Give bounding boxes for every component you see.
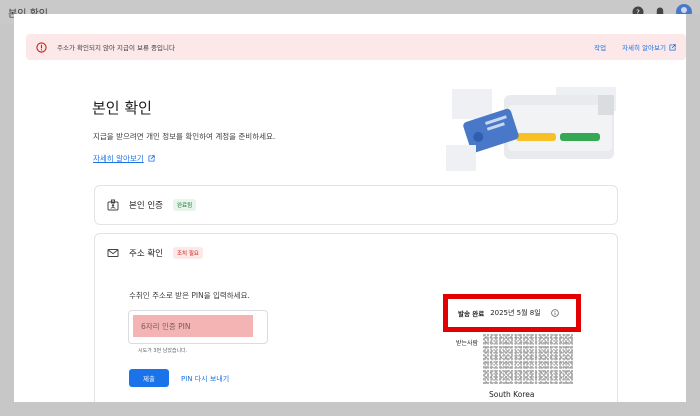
banner-learn-label: 자세히 알아보기 [622, 44, 666, 52]
address-card-header: 주소 확인 조치 필요 [95, 234, 617, 272]
learn-more-link[interactable]: 자세히 알아보기 [93, 153, 155, 164]
sent-status-highlight: 발송 완료 2025년 5월 8일 [443, 294, 581, 332]
sent-label: 발송 완료 [458, 310, 485, 318]
submit-button[interactable]: 제출 [129, 369, 169, 387]
resend-pin-link[interactable]: PIN 다시 보내기 [181, 374, 229, 384]
page-title: 본인 확인 [92, 99, 152, 117]
verification-panel: 주소가 확인되지 않아 지급이 보류 중입니다 작업 자세히 알아보기 본인 확… [14, 14, 686, 402]
info-icon[interactable] [550, 309, 559, 317]
warning-icon [36, 41, 47, 53]
address-card-title: 주소 확인 [129, 249, 163, 259]
address-verification-card: 주소 확인 조치 필요 수취인 주소로 받은 PIN을 입력하세요. 6자리 인… [94, 233, 618, 402]
banner-message: 주소가 확인되지 않아 지급이 보류 중입니다 [57, 44, 175, 52]
recipient-label: 받는사람 [456, 340, 479, 347]
mail-icon [107, 249, 119, 257]
banner-learn-link[interactable]: 자세히 알아보기 [622, 42, 676, 52]
pin-instruction: 수취인 주소로 받은 PIN을 입력하세요. [129, 291, 250, 300]
identity-card-header: 본인 인증 완료됨 [95, 186, 617, 224]
alert-banner: 주소가 확인되지 않아 지급이 보류 중입니다 작업 자세히 알아보기 [26, 34, 686, 60]
learn-more-label: 자세히 알아보기 [93, 154, 144, 163]
banner-actions: 작업 자세히 알아보기 [594, 42, 676, 52]
redacted-address [483, 334, 573, 384]
pin-input-placeholder[interactable]: 6자리 인증 PIN [133, 315, 253, 337]
external-link-icon [148, 155, 155, 162]
attempts-hint: 시도가 3번 남았습니다. [138, 348, 188, 354]
sent-date: 2025년 5월 8일 [490, 309, 541, 317]
status-badge: 완료됨 [172, 199, 197, 211]
dim-overlay-edge [686, 14, 700, 416]
id-badge-icon [107, 199, 119, 211]
verification-illustration [446, 85, 622, 175]
page-description: 지급을 받으려면 개인 정보를 확인하여 계정을 준비하세요. [93, 132, 276, 141]
external-link-icon [669, 43, 676, 51]
status-badge: 조치 필요 [172, 247, 203, 259]
banner-fix-link[interactable]: 작업 [594, 42, 606, 52]
pin-input-field[interactable]: 6자리 인증 PIN [128, 310, 268, 344]
identity-card-title: 본인 인증 [129, 201, 163, 211]
recipient-country: South Korea [489, 390, 535, 399]
identity-verification-card[interactable]: 본인 인증 완료됨 [94, 185, 618, 225]
